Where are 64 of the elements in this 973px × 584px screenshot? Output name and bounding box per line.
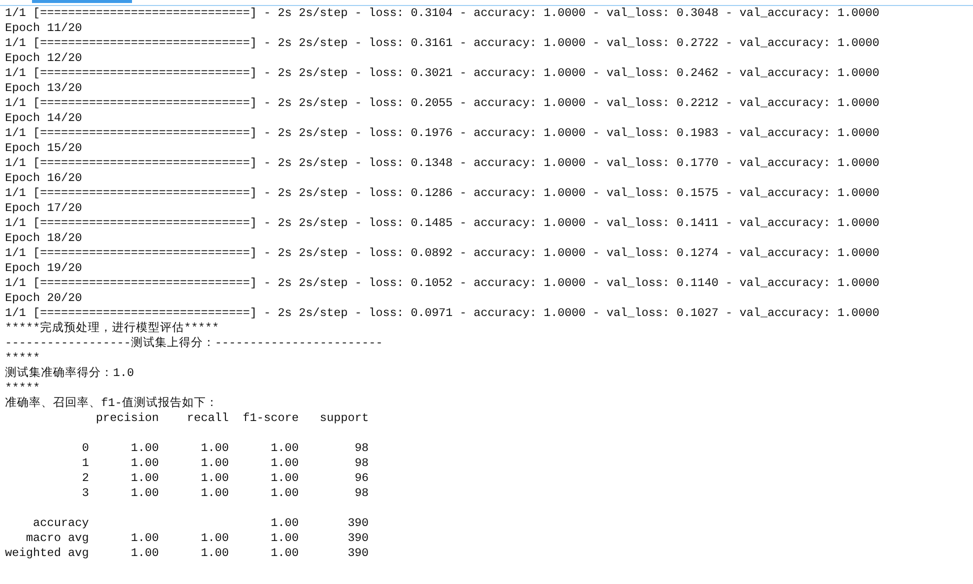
log-line: 1/1 [==============================] - 2s 2s/step - loss: 0.1348 - accuracy: 1.0000 - val_loss: 0.1770 - val_accuracy: 1.0000 bbox=[5, 156, 880, 171]
table-cell: 1.00 bbox=[270, 471, 299, 486]
row-label: accuracy bbox=[32, 516, 89, 531]
table-cell: 1.00 bbox=[200, 531, 229, 546]
log-line: Epoch 13/20 bbox=[5, 81, 83, 96]
row-label: weighted avg bbox=[4, 546, 89, 561]
log-line: Epoch 20/20 bbox=[5, 291, 83, 306]
log-line: 1/1 [==============================] - 2s 2s/step - loss: 0.3161 - accuracy: 1.0000 - val_loss: 0.2722 - val_accuracy: 1.0000 bbox=[5, 36, 880, 51]
log-line: Epoch 11/20 bbox=[5, 21, 83, 36]
log-line: 测试集准确率得分：1.0 bbox=[5, 366, 135, 381]
log-line: Epoch 16/20 bbox=[5, 171, 83, 186]
log-line: ***** bbox=[5, 351, 41, 366]
row-label: 2 bbox=[82, 471, 89, 486]
table-cell: 1.00 bbox=[200, 441, 229, 456]
log-line: ***** bbox=[5, 381, 41, 396]
table-cell: 98 bbox=[354, 441, 369, 456]
table-cell: 390 bbox=[348, 531, 369, 546]
log-line: ------------------测试集上得分：------------------------ bbox=[5, 336, 384, 351]
table-cell: 1.00 bbox=[200, 486, 229, 501]
row-label: 3 bbox=[82, 486, 89, 501]
log-line: 1/1 [==============================] - 2s 2s/step - loss: 0.0892 - accuracy: 1.0000 - val_loss: 0.1274 - val_accuracy: 1.0000 bbox=[5, 246, 880, 261]
table-cell: 1.00 bbox=[200, 546, 229, 561]
table-cell: 1.00 bbox=[130, 531, 159, 546]
table-cell: 1.00 bbox=[130, 441, 159, 456]
table-cell: 1.00 bbox=[270, 546, 299, 561]
log-line: Epoch 14/20 bbox=[5, 111, 83, 126]
row-label: 1 bbox=[82, 456, 89, 471]
log-line: Epoch 17/20 bbox=[5, 201, 83, 216]
table-cell: 1.00 bbox=[270, 486, 299, 501]
log-line: Epoch 18/20 bbox=[5, 231, 83, 246]
table-cell: 1.00 bbox=[130, 546, 159, 561]
log-line: 1/1 [==============================] - 2s 2s/step - loss: 0.3104 - accuracy: 1.0000 - val_loss: 0.3048 - val_accuracy: 1.0000 bbox=[5, 6, 880, 21]
log-line: 准确率、召回率、f1-值测试报告如下： bbox=[5, 396, 219, 411]
log-line: 1/1 [==============================] - 2s 2s/step - loss: 0.1485 - accuracy: 1.0000 - val_loss: 0.1411 - val_accuracy: 1.0000 bbox=[5, 216, 880, 231]
log-line: Epoch 12/20 bbox=[5, 51, 83, 66]
log-line: 1/1 [==============================] - 2s 2s/step - loss: 0.2055 - accuracy: 1.0000 - val_loss: 0.2212 - val_accuracy: 1.0000 bbox=[5, 96, 880, 111]
table-cell: 1.00 bbox=[130, 456, 159, 471]
table-cell: 1.00 bbox=[200, 456, 229, 471]
log-line: 1/1 [==============================] - 2s 2s/step - loss: 0.0971 - accuracy: 1.0000 - val_loss: 0.1027 - val_accuracy: 1.0000 bbox=[5, 306, 880, 321]
log-line: Epoch 19/20 bbox=[5, 261, 83, 276]
log-line: 1/1 [==============================] - 2s 2s/step - loss: 0.1976 - accuracy: 1.0000 - val_loss: 0.1983 - val_accuracy: 1.0000 bbox=[5, 126, 880, 141]
table-cell: 98 bbox=[354, 456, 369, 471]
table-cell: 1.00 bbox=[200, 471, 229, 486]
log-line: *****完成预处理，进行模型评估***** bbox=[5, 321, 220, 336]
table-cell: 1.00 bbox=[270, 531, 299, 546]
table-cell: 1.00 bbox=[270, 441, 299, 456]
log-line: 1/1 [==============================] - 2s 2s/step - loss: 0.3021 - accuracy: 1.0000 - val_loss: 0.2462 - val_accuracy: 1.0000 bbox=[5, 66, 880, 81]
log-line: Epoch 15/20 bbox=[5, 141, 83, 156]
log-line: 1/1 [==============================] - 2s 2s/step - loss: 0.1286 - accuracy: 1.0000 - val_loss: 0.1575 - val_accuracy: 1.0000 bbox=[5, 186, 880, 201]
row-label: macro avg bbox=[26, 531, 89, 546]
row-label: 0 bbox=[82, 441, 89, 456]
column-header: f1-score bbox=[242, 411, 299, 426]
table-cell: 98 bbox=[354, 486, 369, 501]
table-cell: 1.00 bbox=[130, 486, 159, 501]
column-header: recall bbox=[186, 411, 229, 426]
column-header: support bbox=[320, 411, 369, 426]
table-cell: 96 bbox=[354, 471, 369, 486]
table-cell: 1.00 bbox=[270, 456, 299, 471]
log-line: 1/1 [==============================] - 2s 2s/step - loss: 0.1052 - accuracy: 1.0000 - val_loss: 0.1140 - val_accuracy: 1.0000 bbox=[5, 276, 880, 291]
table-cell: 1.00 bbox=[130, 471, 159, 486]
table-cell: 390 bbox=[348, 516, 369, 531]
column-header: precision bbox=[96, 411, 159, 426]
table-cell: 1.00 bbox=[270, 516, 299, 531]
table-cell: 390 bbox=[348, 546, 369, 561]
